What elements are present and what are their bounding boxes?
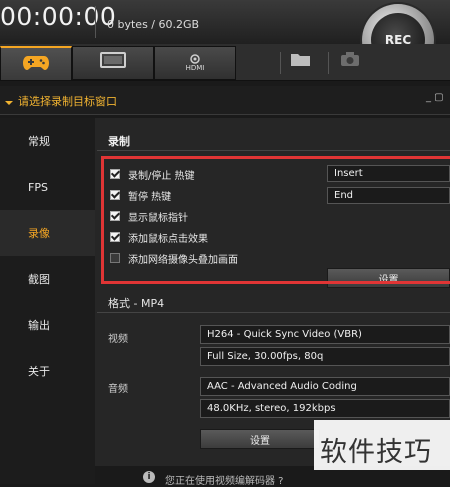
sidebar-item-video[interactable]: 录像 (0, 210, 95, 256)
folder-button[interactable] (290, 50, 312, 72)
audio-label: 音频 (108, 384, 128, 395)
tab-hdmi[interactable]: HDMI (154, 46, 236, 80)
window-controls[interactable]: _ ▢ (426, 92, 444, 103)
hdmi-label: HDMI (185, 64, 205, 72)
target-window-label[interactable]: 请选择录制目标窗口 (18, 93, 117, 109)
video-codec-select[interactable]: H264 - Quick Sync Video (VBR) (200, 325, 450, 344)
camera-button[interactable] (340, 50, 360, 72)
recording-timer: 00:00:00 (0, 2, 117, 31)
sidebar-item-fps[interactable]: FPS (0, 164, 95, 210)
sidebar-item-about[interactable]: 关于 (0, 348, 95, 394)
divider (97, 150, 450, 151)
watermark-text: 软件技巧 (320, 437, 432, 468)
highlight-box (101, 156, 450, 284)
section-title: 录制 (108, 135, 130, 148)
format-title: 格式 - MP4 (108, 297, 165, 310)
sidebar-item-general[interactable]: 常规 (0, 118, 95, 164)
video-label: 视频 (108, 334, 128, 345)
audio-codec-select[interactable]: AAC - Advanced Audio Coding (200, 377, 450, 396)
info-icon: i (143, 471, 155, 483)
format-settings-button[interactable]: 设置 (200, 429, 320, 449)
divider (97, 312, 450, 313)
tab-screen[interactable] (72, 46, 154, 80)
tab-game[interactable] (0, 46, 72, 81)
gamepad-icon (22, 53, 50, 75)
status-text: 您正在使用视频编解码器 ? (165, 476, 284, 487)
divider (328, 52, 329, 74)
monitor-icon (100, 52, 126, 74)
video-info-field[interactable]: Full Size, 30.00fps, 80q (200, 347, 450, 366)
hdmi-icon: HDMI (185, 54, 205, 72)
folder-icon (290, 53, 312, 72)
storage-indicator: 0 bytes / 60.2GB (107, 18, 200, 31)
camera-icon (340, 52, 360, 72)
divider (95, 6, 96, 38)
sidebar-item-screenshot[interactable]: 截图 (0, 256, 95, 302)
divider (280, 52, 281, 74)
sidebar-item-output[interactable]: 输出 (0, 302, 95, 348)
audio-info-field[interactable]: 48.0KHz, stereo, 192kbps (200, 399, 450, 418)
chevron-down-icon[interactable] (4, 93, 14, 112)
